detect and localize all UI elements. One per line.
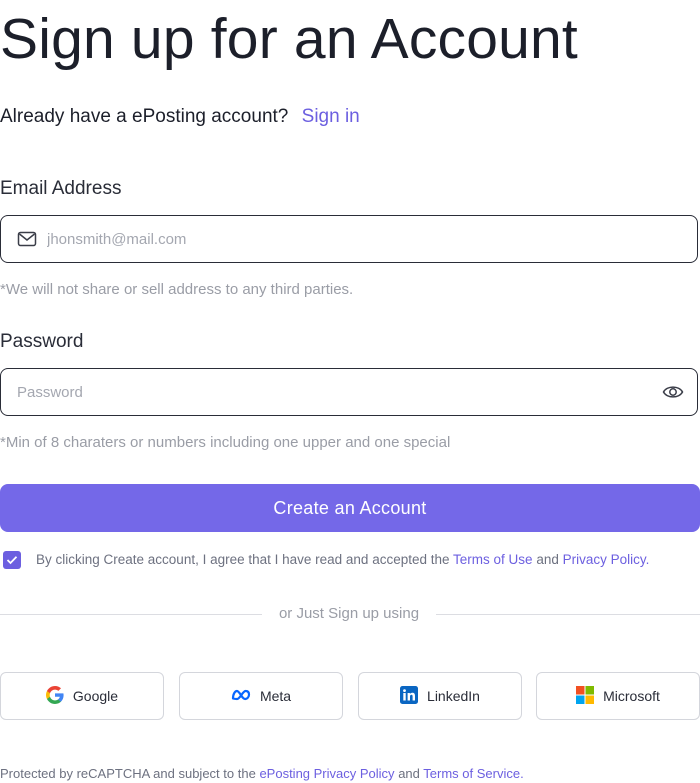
- password-hint: *Min of 8 charaters or numbers including…: [0, 434, 451, 451]
- signin-prompt: Already have a ePosting account?: [0, 106, 289, 127]
- eye-icon[interactable]: [662, 383, 684, 401]
- meta-icon: [231, 688, 251, 704]
- email-label: Email Address: [0, 178, 122, 199]
- linkedin-label: LinkedIn: [427, 688, 480, 704]
- email-field[interactable]: [0, 215, 698, 263]
- meta-signup-button[interactable]: Meta: [179, 672, 343, 720]
- divider-text: or Just Sign up using: [278, 605, 420, 622]
- linkedin-icon: [400, 685, 419, 707]
- microsoft-signup-button[interactable]: Microsoft: [536, 672, 700, 720]
- footer-prefix: Protected by reCAPTCHA and subject to th…: [0, 766, 256, 781]
- email-hint: *We will not share or sell address to an…: [0, 281, 354, 298]
- google-signup-button[interactable]: Google: [0, 672, 164, 720]
- agreement-prefix: By clicking Create account, I agree that…: [36, 552, 450, 567]
- password-label: Password: [0, 331, 84, 352]
- recaptcha-footer: Protected by reCAPTCHA and subject to th…: [0, 766, 524, 781]
- google-label: Google: [72, 688, 119, 704]
- footer-privacy-link[interactable]: ePosting Privacy Policy: [259, 766, 394, 781]
- mail-icon: [17, 231, 37, 247]
- signin-link[interactable]: Sign in: [302, 106, 360, 127]
- divider-right: [436, 614, 700, 615]
- google-icon: [45, 685, 64, 707]
- page-title: Sign up for an Account: [0, 7, 578, 71]
- meta-label: Meta: [259, 688, 292, 704]
- linkedin-signup-button[interactable]: LinkedIn: [358, 672, 522, 720]
- footer-and: and: [398, 766, 420, 781]
- create-account-button[interactable]: Create an Account: [0, 484, 700, 532]
- privacy-policy-link[interactable]: Privacy Policy.: [563, 552, 650, 567]
- password-input[interactable]: [17, 369, 647, 415]
- password-field[interactable]: [0, 368, 698, 416]
- microsoft-icon: [576, 685, 595, 707]
- terms-of-use-link[interactable]: Terms of Use: [453, 552, 533, 567]
- agreement-checkbox[interactable]: [3, 551, 21, 569]
- signin-prompt-row: Already have a ePosting account? Sign in: [0, 104, 360, 130]
- email-input[interactable]: [47, 216, 687, 262]
- checkmark-icon: [6, 556, 18, 565]
- footer-terms-link[interactable]: Terms of Service.: [423, 766, 523, 781]
- agreement-and: and: [536, 552, 559, 567]
- microsoft-label: Microsoft: [603, 688, 660, 704]
- agreement-text: By clicking Create account, I agree that…: [36, 552, 649, 567]
- divider-left: [0, 614, 262, 615]
